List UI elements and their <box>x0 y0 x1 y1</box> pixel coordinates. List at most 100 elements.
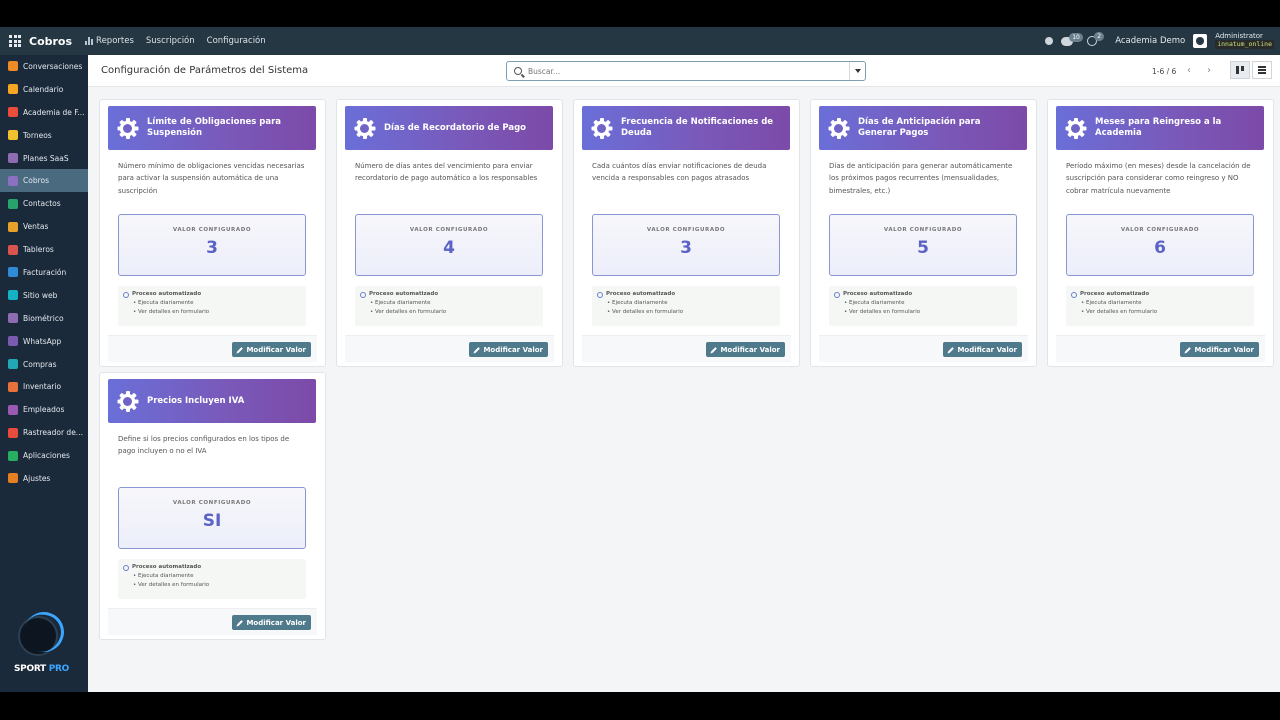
company-switcher[interactable]: Academia Demo <box>1115 36 1185 46</box>
sidebar-item[interactable]: Contactos <box>0 192 88 215</box>
sidebar-item[interactable]: Ventas <box>0 215 88 238</box>
parameter-card[interactable]: Meses para Reingreso a la Academia Períod… <box>1047 99 1274 367</box>
list-view-button[interactable] <box>1252 61 1272 79</box>
parameter-card[interactable]: Días de Anticipación para Generar Pagos D… <box>810 99 1037 367</box>
sidebar-list: Conversaciones Calendario Academia de F...… <box>0 55 88 490</box>
control-panel: Configuración de Parámetros del Sistema … <box>88 55 1280 87</box>
sidebar-item[interactable]: Planes SaaS <box>0 147 88 170</box>
card-title: Días de Recordatorio de Pago <box>384 122 527 133</box>
app-icon <box>8 473 18 484</box>
pager-previous-button[interactable]: ‹ <box>1180 61 1198 79</box>
sidebar-item-label: Compras <box>23 359 57 369</box>
user-avatar[interactable] <box>1193 34 1208 48</box>
sidebar-item-label: Torneos <box>23 130 52 140</box>
app-window: Cobros Reportes Suscripción Configuració… <box>0 27 1280 692</box>
configured-value: 3 <box>680 238 692 258</box>
card-header: Días de Anticipación para Generar Pagos <box>819 106 1027 150</box>
sidebar-item[interactable]: Empleados <box>0 398 88 421</box>
menu-reportes[interactable]: Reportes <box>85 36 134 46</box>
sidebar-item[interactable]: Academia de F... <box>0 101 88 124</box>
sidebar-item-label: Biométrico <box>23 313 64 323</box>
process-title: Proceso automatizado <box>123 563 301 572</box>
search-input[interactable] <box>528 66 849 76</box>
value-label: VALOR CONFIGURADO <box>409 227 489 233</box>
parameter-card[interactable]: Límite de Obligaciones para Suspensión Nú… <box>99 99 326 367</box>
search-options-toggle[interactable] <box>849 62 865 80</box>
sidebar-item[interactable]: Cobros <box>0 169 88 193</box>
sidebar-item-label: Conversaciones <box>23 61 83 71</box>
top-navbar: Cobros Reportes Suscripción Configuració… <box>0 27 1280 55</box>
app-icon <box>8 130 18 141</box>
pager-next-button[interactable]: › <box>1200 61 1218 79</box>
value-label: VALOR CONFIGURADO <box>646 227 726 233</box>
app-icon <box>8 153 18 163</box>
chevron-right-icon: › <box>1207 64 1211 76</box>
parameter-card[interactable]: Días de Recordatorio de Pago Número de dí… <box>336 99 563 367</box>
modify-value-button[interactable]: Modificar Valor <box>943 342 1022 357</box>
sidebar-item[interactable]: Torneos <box>0 124 88 147</box>
sidebar-item[interactable]: Conversaciones <box>0 55 88 78</box>
modify-value-button[interactable]: Modificar Valor <box>232 342 311 357</box>
process-info: Proceso automatizado • Ejecuta diariament… <box>118 559 306 599</box>
card-title: Días de Anticipación para Generar Pagos <box>858 117 981 138</box>
list-icon <box>1258 66 1266 74</box>
modify-value-label: Modificar Valor <box>1194 345 1254 354</box>
chart-icon <box>85 37 94 45</box>
modify-value-button[interactable]: Modificar Valor <box>232 615 311 630</box>
activities-icon[interactable]: 2 <box>1087 32 1105 46</box>
value-label: VALOR CONFIGURADO <box>1120 227 1200 233</box>
info-icon <box>1071 291 1077 298</box>
modify-value-button[interactable]: Modificar Valor <box>706 342 785 357</box>
search-bar[interactable] <box>506 61 866 81</box>
value-label: VALOR CONFIGURADO <box>172 500 252 506</box>
sidebar-item[interactable]: Ajustes <box>0 467 88 490</box>
sidebar-item[interactable]: Tableros <box>0 238 88 261</box>
parameter-card[interactable]: Frecuencia de Notificaciones de Deuda Cad… <box>573 99 800 367</box>
menu-configuracion[interactable]: Configuración <box>207 36 266 46</box>
logo-text: SPORT PRO <box>14 664 70 674</box>
value-label: VALOR CONFIGURADO <box>172 227 252 233</box>
menu-configuracion-label: Configuración <box>206 36 266 46</box>
sidebar-item-label: Calendario <box>23 84 64 94</box>
sidebar-item[interactable]: Sitio web <box>0 284 88 307</box>
user-menu[interactable]: Administrator innatum_online <box>1215 33 1274 49</box>
sidebar-item[interactable]: Aplicaciones <box>0 444 88 467</box>
modify-value-button[interactable]: Modificar Valor <box>469 342 548 357</box>
debug-icon[interactable] <box>1045 37 1054 45</box>
process-info: Proceso automatizado • Ejecuta diariament… <box>355 286 543 326</box>
pencil-icon <box>948 346 955 353</box>
menu-reportes-label: Reportes <box>96 36 134 46</box>
modify-value-button[interactable]: Modificar Valor <box>1180 342 1259 357</box>
app-icon <box>8 313 18 324</box>
app-brand[interactable]: Cobros <box>29 35 72 48</box>
card-header: Días de Recordatorio de Pago <box>345 106 553 150</box>
menu-suscripcion[interactable]: Suscripción <box>146 36 195 46</box>
sidebar-item[interactable]: Rastreador de... <box>0 421 88 444</box>
messages-icon[interactable]: 10 <box>1061 32 1083 46</box>
configured-value-box: VALOR CONFIGURADO 6 <box>1066 214 1254 276</box>
process-line: • Ver detalles en formulario <box>370 309 447 316</box>
process-title: Proceso automatizado <box>597 290 775 299</box>
sidebar-item-label: Aplicaciones <box>23 451 70 461</box>
apps-menu-icon[interactable] <box>9 35 21 47</box>
card-header: Meses para Reingreso a la Academia <box>1056 106 1264 150</box>
chevron-down-icon <box>854 69 861 73</box>
app-icon <box>8 244 18 255</box>
sidebar-item[interactable]: Facturación <box>0 261 88 284</box>
sport-pro-logo: SPORT PRO <box>10 606 74 682</box>
sidebar-item[interactable]: Inventario <box>0 375 88 398</box>
parameter-card[interactable]: Precios Incluyen IVA Define si los precio… <box>99 372 326 640</box>
kanban-view-button[interactable] <box>1230 61 1250 79</box>
sidebar-item-label: Contactos <box>23 199 61 209</box>
sidebar-item[interactable]: Compras <box>0 353 88 376</box>
card-footer: Modificar Valor <box>819 335 1028 362</box>
app-icon <box>8 336 18 347</box>
sidebar-item-label: Planes SaaS <box>23 153 69 163</box>
process-line: • Ejecuta diariamente <box>133 573 194 580</box>
configured-value-box: VALOR CONFIGURADO 4 <box>355 214 543 276</box>
pencil-icon <box>237 346 244 353</box>
sidebar-item[interactable]: Calendario <box>0 78 88 101</box>
pager-value[interactable]: 1-6 / 6 <box>1152 67 1176 76</box>
sidebar-item[interactable]: Biométrico <box>0 307 88 330</box>
sidebar-item[interactable]: WhatsApp <box>0 330 88 353</box>
